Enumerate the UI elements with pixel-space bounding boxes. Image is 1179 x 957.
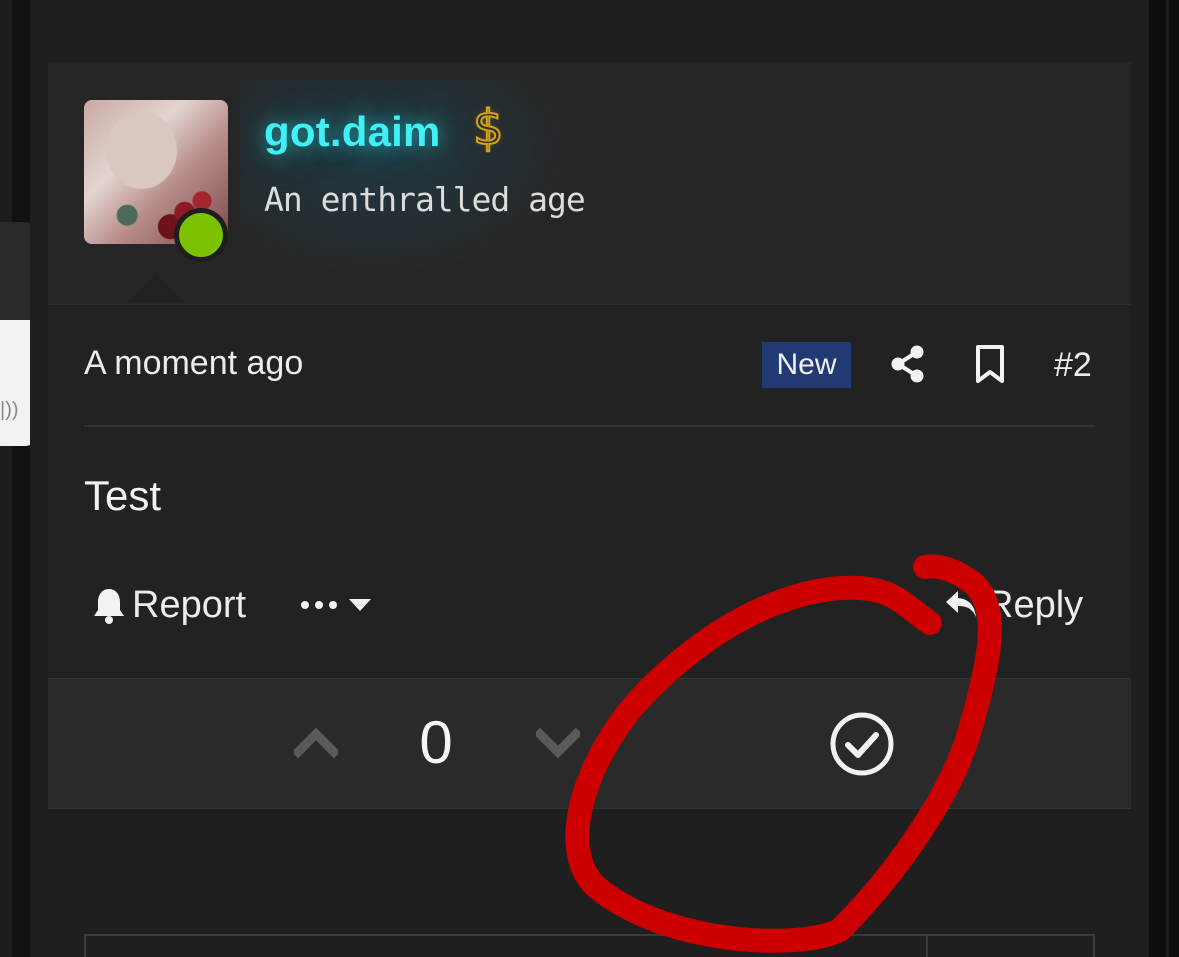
share-icon[interactable] [890, 344, 926, 384]
page: |)) got.daim $ An enthralled age A momen… [0, 0, 1179, 957]
more-options-button[interactable] [300, 588, 372, 622]
report-label: Report [132, 583, 247, 626]
chevron-down-icon[interactable] [536, 728, 580, 758]
scrollbar[interactable] [1166, 0, 1169, 957]
divider [84, 425, 1095, 427]
bookmark-icon[interactable] [974, 344, 1006, 384]
report-button[interactable]: Report [92, 582, 246, 628]
username-link[interactable]: got.daim [264, 108, 441, 156]
chevron-up-icon[interactable] [294, 728, 338, 758]
bell-icon [94, 589, 124, 624]
right-page-edge [1147, 0, 1179, 957]
vote-score: 0 [419, 709, 453, 776]
post-body: Test [84, 472, 162, 519]
caret-down-icon [349, 599, 371, 611]
post-timestamp[interactable]: A moment ago [84, 344, 303, 383]
check-circle-icon[interactable] [829, 711, 895, 777]
header-notch [126, 273, 186, 303]
reply-button[interactable]: Reply [944, 582, 1083, 628]
next-post-box [84, 934, 1095, 957]
new-badge: New [762, 342, 851, 388]
user-title: An enthralled age [264, 180, 586, 219]
post-number-link[interactable]: #2 [1054, 346, 1092, 385]
audio-icon: |)) [0, 399, 19, 421]
reply-icon [946, 591, 976, 617]
dollar-icon: $ [472, 99, 505, 157]
vote-bar [48, 678, 1131, 809]
ellipsis-icon [301, 601, 337, 609]
left-edge-strip [0, 0, 12, 957]
post-meta-row: A moment ago New #2 [84, 340, 1095, 390]
next-post-divider [926, 934, 928, 957]
online-status-dot [174, 208, 228, 262]
reply-label: Reply [986, 583, 1084, 626]
